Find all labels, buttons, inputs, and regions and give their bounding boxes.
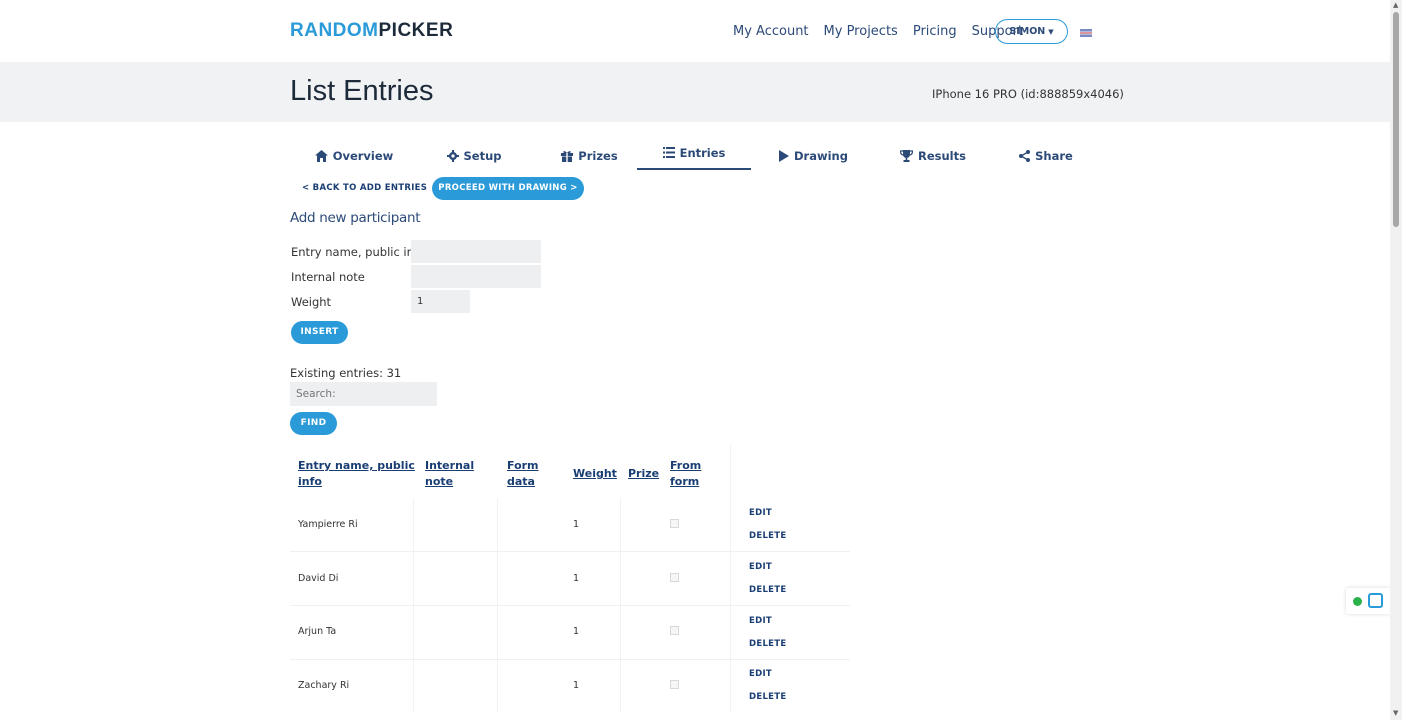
page-title: List Entries <box>290 75 434 107</box>
col-form-data[interactable]: Form data <box>507 458 539 490</box>
find-button[interactable]: FIND <box>290 412 337 435</box>
randompicker-logo[interactable]: RANDOMPICKER <box>290 20 453 42</box>
weight-cell: 1 <box>573 626 580 637</box>
entry-name-label: Entry name, public info <box>291 245 426 259</box>
user-name: SIMON <box>1009 26 1046 37</box>
col-internal-note[interactable]: Internal note <box>425 458 474 490</box>
back-to-add-entries-link[interactable]: < BACK TO ADD ENTRIES <box>302 183 427 193</box>
page-scrollbar[interactable]: ▲ ▼ <box>1390 0 1402 720</box>
table-row: Arjun Ta 1 EDIT DELETE <box>290 606 850 660</box>
entry-name-cell: David Di <box>298 573 339 584</box>
tab-entries[interactable]: Entries <box>637 139 751 170</box>
weight-input[interactable] <box>411 290 470 313</box>
play-icon <box>779 149 790 162</box>
weight-label: Weight <box>291 295 332 309</box>
entry-name-input[interactable] <box>411 240 541 263</box>
uk-flag-icon[interactable] <box>1080 29 1092 37</box>
edit-link[interactable]: EDIT <box>749 669 772 679</box>
top-bar: RANDOMPICKER My Account My Projects Pric… <box>0 0 1390 62</box>
chat-widget[interactable] <box>1346 588 1390 614</box>
online-status-icon <box>1353 597 1362 606</box>
col-from-form[interactable]: From form <box>670 458 701 490</box>
from-form-checkbox[interactable] <box>670 680 679 689</box>
gift-icon <box>561 150 574 162</box>
table-row: Yampierre Ri 1 EDIT DELETE <box>290 498 850 552</box>
entry-name-cell: Zachary Ri <box>298 680 350 691</box>
tab-drawing[interactable]: Drawing <box>755 140 872 171</box>
insert-button[interactable]: INSERT <box>291 321 348 344</box>
title-band <box>0 62 1390 122</box>
scrollbar-thumb[interactable] <box>1393 12 1399 227</box>
from-form-checkbox[interactable] <box>670 573 679 582</box>
share-icon <box>1019 149 1031 162</box>
delete-link[interactable]: DELETE <box>749 692 787 702</box>
col-prize[interactable]: Prize <box>628 466 659 482</box>
edit-link[interactable]: EDIT <box>749 562 772 572</box>
weight-cell: 1 <box>573 573 580 584</box>
home-icon <box>314 149 328 162</box>
internal-note-input[interactable] <box>411 265 541 288</box>
col-entry-name[interactable]: Entry name, public info <box>298 458 415 490</box>
delete-link[interactable]: DELETE <box>749 531 787 541</box>
weight-cell: 1 <box>573 519 580 530</box>
delete-link[interactable]: DELETE <box>749 639 787 649</box>
edit-link[interactable]: EDIT <box>749 616 772 626</box>
project-tabs: Overview Setup Prizes Entries Drawing Re… <box>290 140 1100 171</box>
search-input[interactable] <box>290 382 437 406</box>
from-form-checkbox[interactable] <box>670 519 679 528</box>
existing-entries-count: Existing entries: 31 <box>290 366 402 380</box>
table-row: David Di 1 EDIT DELETE <box>290 552 850 606</box>
add-participant-heading: Add new participant <box>290 210 421 226</box>
from-form-checkbox[interactable] <box>670 626 679 635</box>
gear-icon <box>446 149 459 162</box>
widget-logo-icon <box>1368 593 1383 608</box>
table-row: Zachary Ri 1 EDIT DELETE <box>290 660 850 714</box>
tab-overview[interactable]: Overview <box>290 140 418 171</box>
scroll-down-icon[interactable]: ▼ <box>1393 709 1398 717</box>
scroll-up-icon[interactable]: ▲ <box>1393 1 1398 9</box>
entry-name-cell: Yampierre Ri <box>298 519 358 530</box>
tab-setup[interactable]: Setup <box>412 140 536 171</box>
internal-note-label: Internal note <box>291 270 365 284</box>
tab-results[interactable]: Results <box>872 140 994 171</box>
project-name: IPhone 16 PRO (id:888859x4046) <box>932 87 1124 101</box>
caret-down-icon: ▼ <box>1048 28 1054 36</box>
nav-my-account[interactable]: My Account <box>733 24 809 39</box>
edit-link[interactable]: EDIT <box>749 508 772 518</box>
user-menu-button[interactable]: SIMON ▼ <box>995 19 1068 44</box>
entry-name-cell: Arjun Ta <box>298 626 337 637</box>
proceed-with-drawing-button[interactable]: PROCEED WITH DRAWING > <box>432 177 584 200</box>
tab-share[interactable]: Share <box>990 140 1102 171</box>
weight-cell: 1 <box>573 680 580 691</box>
top-nav: My Account My Projects Pricing Support <box>733 24 1038 39</box>
col-weight[interactable]: Weight <box>573 466 617 482</box>
nav-pricing[interactable]: Pricing <box>913 24 957 39</box>
tab-prizes[interactable]: Prizes <box>531 140 648 171</box>
nav-my-projects[interactable]: My Projects <box>824 24 898 39</box>
list-icon <box>662 147 675 158</box>
trophy-icon <box>900 149 913 162</box>
delete-link[interactable]: DELETE <box>749 585 787 595</box>
